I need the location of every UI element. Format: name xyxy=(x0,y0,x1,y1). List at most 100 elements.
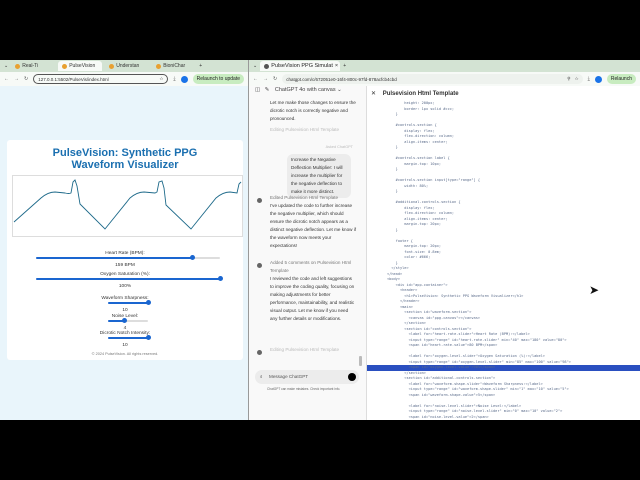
tab-bar: ⌄ Real-Ti PulseVision Understan BioniCha… xyxy=(0,60,248,72)
chatgpt-logo-icon xyxy=(257,263,262,268)
user-message: Increase the Negative Deflection Multipl… xyxy=(287,154,351,198)
chat-header: ◫ ✎ ChatGPT 4o with canvas ⌄ xyxy=(255,87,342,95)
profile-avatar[interactable] xyxy=(180,75,188,83)
favicon-icon xyxy=(156,63,162,69)
slider-label: Oxygen Saturation (%): xyxy=(100,272,150,277)
slider-thumb[interactable] xyxy=(145,300,151,305)
reload-icon[interactable]: ↻ xyxy=(24,76,28,82)
close-tab-icon[interactable]: × xyxy=(335,63,338,69)
slider[interactable] xyxy=(36,255,220,260)
url-text: 127.0.0.1:5502/PulseVis/index.html xyxy=(38,76,109,82)
slider-value: 100% xyxy=(118,284,132,289)
ppg-waveform-line xyxy=(13,179,242,230)
favicon-icon xyxy=(15,63,21,69)
canvas-code-panel: ✕ Pulsevision Html Template height: 200p… xyxy=(366,86,640,420)
tab-search-icon[interactable]: ⌄ xyxy=(253,63,257,69)
tab-bar: ⌄ PulseVision PPG Simulat × + xyxy=(249,60,640,72)
model-selector[interactable]: ChatGPT 4o with canvas xyxy=(275,87,336,93)
message-input[interactable]: ⌕ Message ChatGPT xyxy=(255,370,359,384)
new-tab-icon[interactable]: + xyxy=(199,63,202,69)
back-icon[interactable]: ← xyxy=(253,76,258,82)
forward-icon[interactable]: → xyxy=(263,76,268,82)
tab-label: BioniChar xyxy=(163,63,186,69)
slider[interactable] xyxy=(36,276,223,281)
footer: © 2024 PulseVision. All rights reserved. xyxy=(91,352,159,356)
bookmark-star-icon[interactable]: ☆ xyxy=(159,76,163,82)
slider-fill xyxy=(36,257,193,259)
chat-panel: ◫ ✎ ChatGPT 4o with canvas ⌄ Let me make… xyxy=(249,86,366,420)
back-icon[interactable]: ← xyxy=(4,76,9,82)
favicon-icon xyxy=(109,63,115,69)
url-input[interactable]: 127.0.0.1:5502/PulseVis/index.html ☆ xyxy=(33,74,169,84)
edit-status: Editing Pulsevision Html Template xyxy=(270,127,340,132)
relaunch-button[interactable]: Relaunch to update xyxy=(192,74,244,84)
disclaimer: ChatGPT can make mistakes. Check importa… xyxy=(267,387,341,391)
page-content: PulseVision: Synthetic PPG Waveform Visu… xyxy=(0,86,248,420)
zoom-icon[interactable]: ⚲ xyxy=(567,76,570,82)
voice-send-button[interactable] xyxy=(348,373,356,381)
tab-pulsevision[interactable]: PulseVision xyxy=(58,61,103,71)
close-canvas-icon[interactable]: ✕ xyxy=(371,91,376,97)
download-icon[interactable]: ⤓ xyxy=(588,76,590,82)
address-bar-row: ← → ↻ 127.0.0.1:5502/PulseVis/index.html ☆ … xyxy=(0,72,248,86)
new-tab-icon[interactable]: + xyxy=(343,63,346,69)
edit-status[interactable]: Edited Pulsevision Html Template xyxy=(270,194,358,202)
tab-label: PulseVision PPG Simulat xyxy=(271,63,333,69)
slider-label: Dicrotic Notch Intensity: xyxy=(99,331,151,336)
chatgpt-logo-icon xyxy=(257,198,262,203)
slider-thumb[interactable] xyxy=(189,255,195,260)
slider[interactable] xyxy=(108,335,151,340)
chevron-down-icon: ⌄ xyxy=(335,87,342,93)
edit-status: Editing Pulsevision Html Template xyxy=(270,347,340,352)
bookmark-star-icon[interactable]: ☆ xyxy=(575,76,579,82)
slider[interactable] xyxy=(108,300,151,305)
right-browser-window: ⌄ PulseVision PPG Simulat × + ← → ↻ chatgpt… xyxy=(248,60,640,420)
page-title: PulseVision: Synthetic PPG Waveform Visu… xyxy=(52,147,198,171)
tab-pulsevision-ppg[interactable]: PulseVision PPG Simulat × xyxy=(260,61,341,71)
ppg-waveform-canvas xyxy=(12,175,243,237)
address-bar-row: ← → ↻ chatgpt.com/c/672051e0-16f4-800c-97f… xyxy=(249,72,640,86)
mouse-cursor-icon: ➤ xyxy=(589,283,600,297)
slider-value: 10 xyxy=(122,343,128,348)
assistant-message: I reviewed the code and left suggestions… xyxy=(270,276,355,321)
code-line: <span id="noise-level-value">2</span> xyxy=(387,414,489,419)
profile-avatar[interactable] xyxy=(594,75,602,83)
slider-fill xyxy=(108,302,148,304)
slider-thumb[interactable] xyxy=(145,335,151,340)
tab-real-time[interactable]: Real-Ti xyxy=(11,61,55,71)
chatgpt-favicon-icon xyxy=(264,63,270,69)
sidebar-toggle-icon[interactable]: ◫ xyxy=(255,87,260,93)
slider-value: 159 BPM xyxy=(115,263,135,268)
favicon-icon xyxy=(62,63,68,69)
assistant-message: I've updated the code to further increas… xyxy=(270,203,357,248)
chat-scrollbar[interactable] xyxy=(359,356,362,366)
asked-chatgpt-label: Asked ChatGPT xyxy=(325,145,353,149)
tab-search-icon[interactable]: ⌄ xyxy=(4,63,8,69)
slider-thumb[interactable] xyxy=(217,276,223,281)
assistant-message: Let me make those changes to ensure the … xyxy=(270,100,356,121)
slider-thumb[interactable] xyxy=(121,318,127,323)
tab-label: PulseVision xyxy=(69,63,96,69)
message-placeholder: Message ChatGPT xyxy=(269,374,309,379)
slider[interactable] xyxy=(108,318,148,323)
url-input[interactable]: chatgpt.com/c/672051e0-16f4-800c-97fd-87… xyxy=(282,74,583,84)
relaunch-button[interactable]: Relaunch xyxy=(606,74,636,84)
canvas-title: Pulsevision Html Template xyxy=(382,91,459,97)
slider-fill xyxy=(36,278,220,280)
canvas-header: ✕ Pulsevision Html Template xyxy=(371,90,459,97)
tab-understand[interactable]: Understan xyxy=(105,61,149,71)
slider-value: 10 xyxy=(122,308,128,313)
url-text: chatgpt.com/c/672051e0-16f4-800c-97fd-87… xyxy=(286,76,397,82)
slider-label: Heart Rate (BPM): xyxy=(105,251,145,256)
slider-fill xyxy=(108,337,148,339)
reload-icon[interactable]: ↻ xyxy=(273,76,277,82)
tab-bionichar[interactable]: BioniChar xyxy=(152,61,196,71)
left-browser-window: ⌄ Real-Ti PulseVision Understan BioniCha… xyxy=(0,60,248,420)
attach-icon[interactable]: ⌕ xyxy=(260,373,263,381)
new-chat-icon[interactable]: ✎ xyxy=(265,87,270,93)
forward-icon[interactable]: → xyxy=(14,76,19,82)
download-icon[interactable]: ⤓ xyxy=(173,76,175,82)
comments-status[interactable]: Added 5 comments on Pulsevision Html Tem… xyxy=(270,259,356,275)
tab-label: Real-Ti xyxy=(22,63,39,69)
code-editor[interactable]: height: 200px; border: 1px solid #ccc; }… xyxy=(367,101,640,420)
